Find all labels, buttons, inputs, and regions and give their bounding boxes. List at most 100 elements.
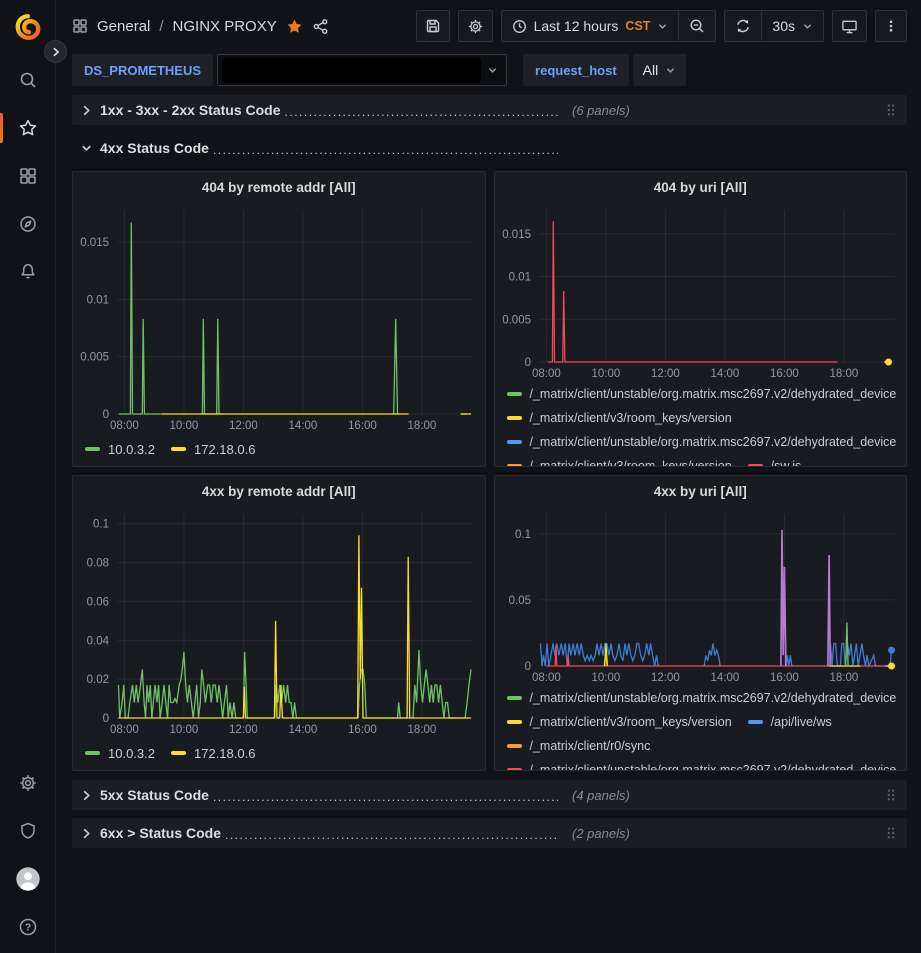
legend-item[interactable]: 10.0.3.2: [85, 738, 155, 768]
ds-prometheus-select[interactable]: [217, 54, 507, 86]
svg-text:0.05: 0.05: [508, 595, 530, 607]
star-filled-icon[interactable]: [286, 18, 303, 35]
legend-swatch: [748, 720, 763, 724]
page-title[interactable]: NGINX PROXY: [173, 18, 277, 35]
sidebar-item-alerting[interactable]: [0, 248, 55, 296]
zoom-out-time-button[interactable]: [678, 11, 715, 41]
timeseries-plot[interactable]: 08:0010:0012:0014:0016:0018:0000.0050.01…: [495, 202, 907, 382]
legend-item[interactable]: /sw.js: [748, 454, 802, 466]
legend-item[interactable]: 172.18.0.6: [171, 434, 255, 464]
panel-title[interactable]: 4xx by remote addr [All]: [73, 476, 485, 506]
request-host-label[interactable]: request_host: [523, 54, 629, 86]
apps-grid-icon: [18, 166, 38, 186]
sidebar-item-help[interactable]: ?: [0, 903, 55, 951]
timeseries-plot[interactable]: 08:0010:0012:0014:0016:0018:0000.050.1: [495, 506, 907, 686]
legend-item[interactable]: /_matrix/client/v3/room_keys/version: [507, 710, 732, 734]
legend-swatch: [748, 464, 763, 466]
row-header: 5xx Status Code ........................…: [80, 787, 558, 803]
svg-text:0: 0: [103, 713, 109, 725]
legend-item[interactable]: /_matrix/client/v3/room_keys/version: [507, 454, 732, 466]
panel-title[interactable]: 404 by uri [All]: [495, 172, 907, 202]
ds-prometheus-label[interactable]: DS_PROMETHEUS: [72, 54, 213, 86]
chevron-right-icon: [80, 104, 93, 117]
row-title: 6xx > Status Code: [100, 825, 221, 841]
svg-text:10:00: 10:00: [170, 724, 199, 736]
row-6xx-status-code[interactable]: 6xx > Status Code ......................…: [72, 818, 907, 848]
timeseries-plot[interactable]: 08:0010:0012:0014:0016:0018:0000.0050.01…: [73, 202, 485, 434]
main-area: General / NGINX PROXY La: [56, 0, 921, 953]
time-range-picker[interactable]: Last 12 hours CST: [502, 11, 679, 41]
legend-label: /_matrix/client/unstable/org.matrix.msc2…: [530, 763, 897, 770]
svg-text:18:00: 18:00: [829, 368, 858, 380]
panel-404-by-remote-addr: 404 by remote addr [All] 08:0010:0012:00…: [72, 171, 486, 467]
breadcrumb: General / NGINX PROXY: [72, 18, 329, 35]
ds-prometheus-value-redacted: [222, 58, 481, 83]
help-icon: ?: [18, 917, 38, 937]
dashboard-settings-button[interactable]: [458, 10, 493, 42]
panel-title[interactable]: 404 by remote addr [All]: [73, 172, 485, 202]
svg-text:12:00: 12:00: [229, 724, 258, 736]
row-1xx-3xx-2xx-status-code[interactable]: 1xx - 3xx - 2xx Status Code ............…: [72, 95, 907, 125]
sidebar-item-profile[interactable]: [0, 855, 55, 903]
cycle-view-mode-button[interactable]: [832, 10, 867, 42]
row-4xx-status-code[interactable]: 4xx Status Code ........................…: [72, 133, 907, 163]
sidebar-item-server-admin[interactable]: [0, 807, 55, 855]
avatar: [15, 866, 41, 892]
more-options-button[interactable]: [875, 10, 907, 42]
sidebar-item-configuration[interactable]: [0, 759, 55, 807]
row-5xx-status-code[interactable]: 5xx Status Code ........................…: [72, 780, 907, 810]
legend-label: /_matrix/client/v3/room_keys/version: [530, 715, 732, 729]
sidebar-item-explore[interactable]: [0, 200, 55, 248]
legend-item[interactable]: /_matrix/client/v3/room_keys/version: [507, 406, 732, 430]
gear-icon: [467, 18, 484, 35]
legend-item[interactable]: 10.0.3.2: [85, 434, 155, 464]
legend-item[interactable]: /_matrix/client/unstable/org.matrix.msc2…: [507, 382, 897, 406]
chevron-down-icon: [487, 65, 498, 76]
legend-item[interactable]: /_matrix/client/unstable/org.matrix.msc2…: [507, 758, 897, 770]
legend-label: /_matrix/client/unstable/org.matrix.msc2…: [530, 387, 897, 401]
refresh-interval-picker[interactable]: 30s: [761, 11, 823, 41]
drag-handle-icon[interactable]: [885, 102, 897, 118]
row-title-dots: ........................................…: [213, 143, 558, 156]
row-title: 5xx Status Code: [100, 787, 209, 803]
svg-text:0.005: 0.005: [80, 352, 109, 364]
legend-item[interactable]: /_matrix/client/unstable/org.matrix.msc2…: [507, 686, 897, 710]
share-alt-icon[interactable]: [312, 18, 329, 35]
legend-swatch: [171, 447, 186, 451]
request-host-select[interactable]: All: [633, 54, 687, 86]
sidebar-item-dashboards[interactable]: [0, 152, 55, 200]
svg-text:16:00: 16:00: [348, 420, 377, 432]
sidebar-item-search[interactable]: [0, 56, 55, 104]
sidebar-item-starred[interactable]: [0, 104, 55, 152]
drag-handle-icon[interactable]: [885, 825, 897, 841]
time-picker-group: Last 12 hours CST: [501, 10, 717, 42]
legend-item[interactable]: /api/live/ws: [748, 710, 832, 734]
row-title-dots: ........................................…: [285, 105, 558, 118]
toolbar: Last 12 hours CST: [416, 10, 907, 42]
row-title-dots: ........................................…: [225, 828, 558, 841]
legend-item[interactable]: 172.18.0.6: [171, 738, 255, 768]
row-header: 1xx - 3xx - 2xx Status Code ............…: [80, 102, 558, 118]
sidebar-expand-button[interactable]: [44, 40, 67, 63]
refresh-button[interactable]: [725, 11, 761, 41]
timeseries-plot[interactable]: 08:0010:0012:0014:0016:0018:0000.020.040…: [73, 506, 485, 738]
save-dashboard-button[interactable]: [416, 10, 450, 42]
breadcrumb-section[interactable]: General: [97, 18, 150, 35]
svg-text:14:00: 14:00: [710, 672, 739, 684]
panel-title[interactable]: 4xx by uri [All]: [495, 476, 907, 506]
svg-text:0.08: 0.08: [87, 558, 109, 570]
row-panel-count: (2 panels): [572, 826, 630, 841]
panel-404-by-uri: 404 by uri [All] 08:0010:0012:0014:0016:…: [494, 171, 908, 467]
chevron-right-icon: [80, 789, 93, 802]
svg-text:0.015: 0.015: [80, 237, 109, 249]
bell-icon: [18, 262, 38, 282]
time-range-label: Last 12 hours: [534, 18, 619, 34]
svg-text:12:00: 12:00: [651, 672, 680, 684]
chevron-down-icon: [665, 65, 676, 76]
legend-item[interactable]: /_matrix/client/r0/sync: [507, 734, 651, 758]
grafana-logo[interactable]: [13, 12, 43, 42]
drag-handle-icon[interactable]: [885, 787, 897, 803]
legend-item[interactable]: /_matrix/client/unstable/org.matrix.msc2…: [507, 430, 897, 454]
chevron-down-icon: [802, 21, 813, 32]
top-navbar: General / NGINX PROXY La: [56, 0, 921, 52]
